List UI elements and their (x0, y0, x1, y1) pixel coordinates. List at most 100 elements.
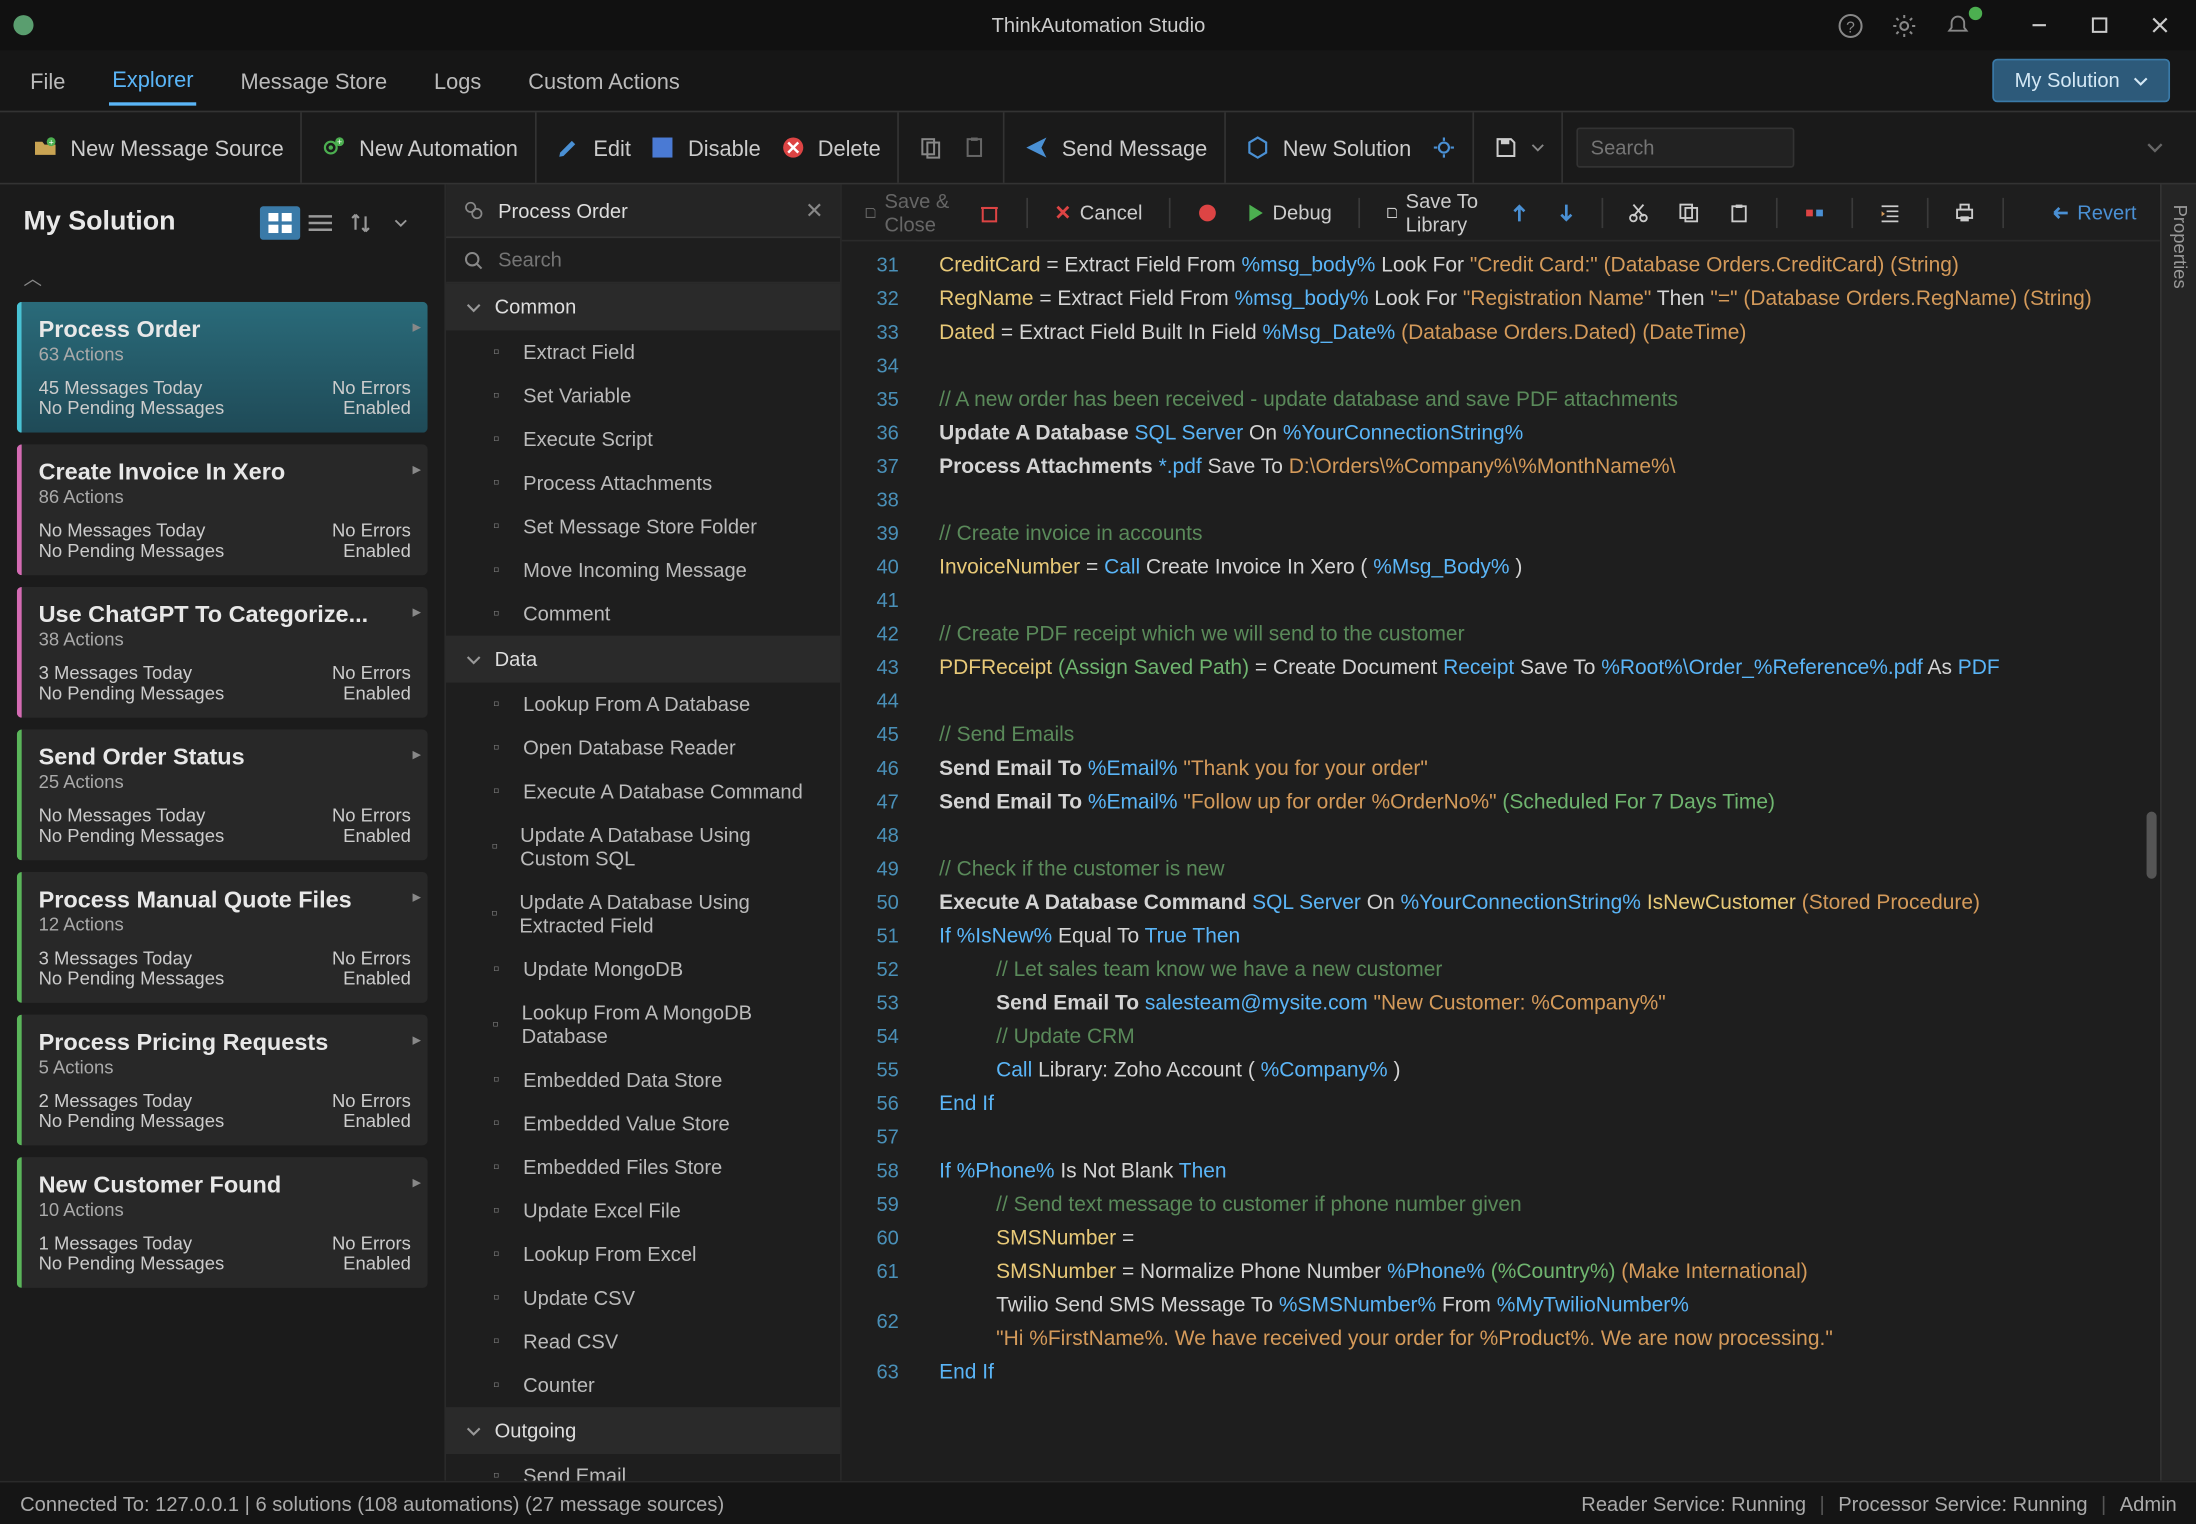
code-editor[interactable]: 3132333435363738394041424344454647484950… (842, 241, 2160, 1480)
code-line[interactable]: Send Email To %Email% "Thank you for you… (916, 751, 2160, 785)
code-line[interactable] (916, 684, 2160, 718)
code-line[interactable]: // A new order has been received - updat… (916, 382, 2160, 416)
action-item[interactable]: ▫Read CSV (446, 1320, 840, 1364)
discard-button[interactable] (973, 197, 1007, 227)
code-line[interactable]: // Check if the customer is new (916, 852, 2160, 886)
notifications-icon[interactable] (1945, 13, 1975, 38)
code-line[interactable]: CreditCard = Extract Field From %msg_bod… (916, 248, 2160, 282)
action-search-input[interactable] (498, 248, 823, 271)
scrollbar-thumb[interactable] (2147, 812, 2157, 879)
action-item[interactable]: ▫Lookup From A Database (446, 683, 840, 727)
toolbar-search[interactable] (1576, 127, 1794, 167)
action-group-data[interactable]: Data (446, 636, 840, 683)
code-line[interactable]: If %Phone% Is Not Blank Then (916, 1154, 2160, 1188)
record-button[interactable] (1190, 197, 1224, 227)
sort-dropdown[interactable] (381, 206, 421, 240)
paste-button[interactable] (1723, 197, 1757, 227)
action-item[interactable]: ▫Process Attachments (446, 461, 840, 505)
close-button[interactable] (2136, 8, 2183, 42)
code-line[interactable]: RegName = Extract Field From %msg_body% … (916, 282, 2160, 316)
action-search[interactable] (446, 238, 840, 283)
minimize-button[interactable] (2016, 8, 2063, 42)
automation-card[interactable]: ▸ Create Invoice In Xero 86 Actions No M… (17, 444, 428, 575)
edit-button[interactable]: Edit (557, 135, 631, 160)
breakpoint-button[interactable] (1798, 197, 1832, 227)
code-line[interactable]: Send Email To salesteam@mysite.com "New … (916, 986, 2160, 1020)
editor-tab[interactable]: Process Order ✕ (446, 184, 840, 238)
debug-button[interactable]: Debug (1241, 195, 1339, 229)
action-item[interactable]: ▫Update CSV (446, 1276, 840, 1320)
view-cards-button[interactable] (260, 206, 300, 240)
automation-card[interactable]: ▸ Process Manual Quote Files 12 Actions … (17, 872, 428, 1003)
action-item[interactable]: ▫Update MongoDB (446, 948, 840, 992)
toolbar-overflow[interactable] (2130, 139, 2180, 156)
solution-dropdown[interactable]: My Solution (1993, 59, 2170, 103)
code-line[interactable]: Send Email To %Email% "Follow up for ord… (916, 785, 2160, 819)
collapse-up-icon[interactable]: ︿ (0, 262, 444, 296)
action-item[interactable]: ▫Execute A Database Command (446, 770, 840, 814)
action-item[interactable]: ▫Set Message Store Folder (446, 505, 840, 549)
menu-explorer[interactable]: Explorer (109, 56, 197, 105)
save-close-button[interactable]: Save & Close (859, 184, 957, 241)
code-line[interactable]: PDFReceipt (Assign Saved Path) = Create … (916, 651, 2160, 685)
delete-button[interactable]: Delete (781, 135, 881, 160)
action-group-common[interactable]: Common (446, 283, 840, 330)
copy-button[interactable] (1673, 197, 1707, 227)
code-line[interactable]: // Send text message to customer if phon… (916, 1187, 2160, 1221)
action-group-outgoing[interactable]: Outgoing (446, 1407, 840, 1454)
code-line[interactable]: Update A Database SQL Server On %YourCon… (916, 416, 2160, 450)
action-item[interactable]: ▫Move Incoming Message (446, 548, 840, 592)
cancel-button[interactable]: ✕Cancel (1048, 195, 1149, 229)
code-line[interactable]: // Send Emails (916, 718, 2160, 752)
code-line[interactable]: SMSNumber = Normalize Phone Number %Phon… (916, 1254, 2160, 1288)
move-up-button[interactable] (1504, 197, 1534, 227)
close-icon[interactable]: ✕ (805, 197, 823, 224)
properties-rail[interactable]: Properties (2160, 184, 2196, 1480)
code-line[interactable]: Call Library: Zoho Account ( %Company% ) (916, 1053, 2160, 1087)
menu-message-store[interactable]: Message Store (237, 58, 390, 103)
paste-button[interactable] (963, 136, 986, 159)
action-item[interactable]: ▫Set Variable (446, 374, 840, 418)
view-list-button[interactable] (300, 206, 340, 240)
automation-card[interactable]: ▸ Send Order Status 25 Actions No Messag… (17, 729, 428, 860)
action-item[interactable]: ▫Comment (446, 592, 840, 636)
menu-logs[interactable]: Logs (431, 58, 485, 103)
action-item[interactable]: ▫Extract Field (446, 330, 840, 374)
code-line[interactable]: // Create PDF receipt which we will send… (916, 617, 2160, 651)
action-item[interactable]: ▫Execute Script (446, 418, 840, 462)
action-item[interactable]: ▫Counter (446, 1363, 840, 1407)
properties-label[interactable]: Properties (2169, 205, 2189, 289)
save-dropdown[interactable] (1493, 136, 1543, 159)
action-item[interactable]: ▫Update A Database Using Custom SQL (446, 813, 840, 880)
code-line[interactable] (916, 483, 2160, 517)
disable-button[interactable]: Disable (651, 135, 761, 160)
code-line[interactable]: Dated = Extract Field Built In Field %Ms… (916, 315, 2160, 349)
code-line[interactable]: Execute A Database Command SQL Server On… (916, 885, 2160, 919)
copy-button[interactable] (919, 136, 942, 159)
move-down-button[interactable] (1551, 197, 1581, 227)
code-line[interactable]: // Update CRM (916, 1020, 2160, 1054)
code-line[interactable]: InvoiceNumber = Call Create Invoice In X… (916, 550, 2160, 584)
menu-custom-actions[interactable]: Custom Actions (525, 58, 683, 103)
settings-icon[interactable] (1892, 13, 1922, 38)
code-line[interactable]: Process Attachments *.pdf Save To D:\Ord… (916, 449, 2160, 483)
code-line[interactable] (916, 584, 2160, 618)
action-item[interactable]: ▫Lookup From Excel (446, 1233, 840, 1277)
automation-card[interactable]: ▸ New Customer Found 10 Actions 1 Messag… (17, 1157, 428, 1288)
sort-button[interactable] (340, 206, 380, 240)
code-line[interactable]: End If (916, 1087, 2160, 1121)
code-line[interactable]: Twilio Send SMS Message To %SMSNumber% F… (916, 1288, 2160, 1355)
send-message-button[interactable]: Send Message (1025, 135, 1207, 160)
action-item[interactable]: ▫Open Database Reader (446, 726, 840, 770)
indent-button[interactable] (1872, 197, 1906, 227)
code-line[interactable] (916, 1120, 2160, 1154)
action-item[interactable]: ▫Embedded Files Store (446, 1145, 840, 1189)
automation-card[interactable]: ▸ Process Order 63 Actions 45 Messages T… (17, 302, 428, 433)
code-content[interactable]: CreditCard = Extract Field From %msg_bod… (916, 241, 2160, 1480)
print-button[interactable] (1947, 197, 1982, 227)
help-icon[interactable]: ? (1838, 13, 1868, 38)
code-line[interactable]: SMSNumber = (916, 1221, 2160, 1255)
new-solution-button[interactable]: New Solution (1246, 135, 1411, 160)
action-item[interactable]: ▫Embedded Data Store (446, 1058, 840, 1102)
save-library-button[interactable]: Save To Library (1380, 184, 1488, 241)
